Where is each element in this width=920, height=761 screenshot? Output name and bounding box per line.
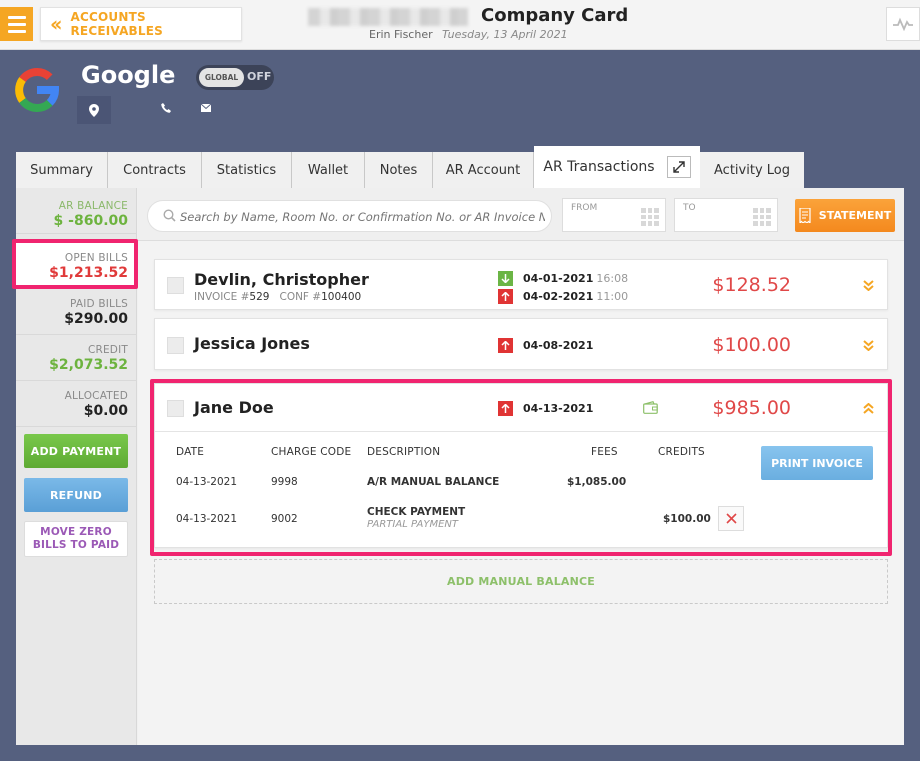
stat-ar-balance: AR BALANCE $ -860.00 [16, 188, 137, 234]
add-payment-button[interactable]: ADD PAYMENT [24, 434, 128, 468]
tab-contracts[interactable]: Contracts [108, 152, 202, 188]
bill-customer-name: Devlin, Christopher [194, 270, 369, 289]
top-bar: ‹‹ ACCOUNTS RECEIVABLES Company Card Eri… [0, 0, 920, 50]
col-header-charge-code: CHARGE CODE [271, 446, 352, 458]
stat-paid-bills[interactable]: PAID BILLS $290.00 [16, 289, 137, 335]
departure-arrow-icon [498, 289, 513, 304]
page-title: Company Card [481, 5, 629, 26]
tab-bar: Summary Contracts Statistics Wallet Note… [16, 146, 804, 188]
tab-activity-log[interactable]: Activity Log [700, 152, 804, 188]
bill-date-arrival: 04-01-2021 16:08 [523, 272, 629, 285]
google-logo-icon [15, 68, 59, 112]
tab-summary[interactable]: Summary [16, 152, 108, 188]
col-header-description: DESCRIPTION [367, 446, 441, 458]
tab-statistics[interactable]: Statistics [202, 152, 292, 188]
bill-date: 04-08-2021 [523, 339, 594, 352]
chevron-down-icon[interactable] [863, 340, 874, 351]
search-icon [163, 209, 176, 222]
bill-checkbox[interactable] [167, 337, 184, 354]
statement-button[interactable]: STATEMENT [795, 199, 895, 232]
refund-button[interactable]: REFUND [24, 478, 128, 512]
bill-card-devlin[interactable]: Devlin, Christopher INVOICE #529 CONF #1… [154, 259, 888, 310]
bill-checkbox[interactable] [167, 277, 184, 294]
menu-button[interactable] [0, 7, 33, 41]
current-user: Erin Fischer [369, 28, 433, 41]
stat-open-bills[interactable]: OPEN BILLS $1,213.52 [16, 243, 137, 289]
back-button[interactable]: ‹‹ ACCOUNTS RECEIVABLES [40, 7, 242, 41]
close-icon [725, 513, 737, 524]
bill-card-jessica[interactable]: Jessica Jones 04-08-2021 $100.00 [154, 318, 888, 370]
add-manual-balance-button[interactable]: ADD MANUAL BALANCE [154, 559, 888, 604]
tab-ar-account[interactable]: AR Account [433, 152, 534, 188]
global-toggle-knob: GLOBAL [199, 68, 244, 87]
print-invoice-button[interactable]: PRINT INVOICE [761, 446, 873, 480]
bill-date-departure: 04-02-2021 11:00 [523, 290, 629, 303]
delete-payment-button[interactable] [718, 506, 744, 531]
wallet-icon [643, 401, 658, 414]
bill-amount: $100.00 [712, 334, 791, 356]
back-button-label: ACCOUNTS RECEIVABLES [70, 10, 163, 38]
move-zero-bills-button[interactable]: MOVE ZERO BILLS TO PAID [24, 521, 128, 557]
global-toggle[interactable]: GLOBAL OFF [196, 65, 274, 90]
customer-name: Google [81, 61, 176, 89]
to-date-field[interactable]: TO [674, 198, 778, 232]
double-chevron-left-icon: ‹‹ [50, 12, 63, 36]
calendar-icon[interactable] [753, 208, 771, 226]
redacted-text [308, 8, 468, 26]
activity-pulse-icon [893, 17, 913, 31]
search-box[interactable] [147, 200, 552, 232]
chevron-up-icon[interactable] [863, 403, 874, 414]
col-header-date: DATE [176, 446, 205, 458]
bill-checkbox[interactable] [167, 400, 184, 417]
calendar-icon[interactable] [641, 208, 659, 226]
receipt-icon [799, 208, 811, 223]
transactions-content: FROM TO STATEMENT Devlin, Christopher IN… [138, 188, 904, 745]
stat-allocated: ALLOCATED $0.00 [16, 381, 137, 427]
map-pin-icon [89, 103, 99, 117]
tab-ar-transactions[interactable]: AR Transactions [534, 146, 700, 188]
from-date-field[interactable]: FROM [562, 198, 666, 232]
activity-button[interactable] [886, 7, 920, 41]
search-input[interactable] [180, 207, 545, 227]
col-header-credits: CREDITS [658, 446, 705, 458]
departure-arrow-icon [498, 401, 513, 416]
sidebar: AR BALANCE $ -860.00 OPEN BILLS $1,213.5… [16, 188, 137, 745]
bill-date: 04-13-2021 [523, 402, 594, 415]
bill-customer-name: Jessica Jones [194, 334, 310, 353]
arrival-arrow-icon [498, 271, 513, 286]
bill-amount: $985.00 [712, 397, 791, 419]
filter-bar: FROM TO STATEMENT [138, 188, 904, 241]
col-header-fees: FEES [591, 446, 618, 458]
phone-icon[interactable] [161, 103, 171, 113]
chevron-down-icon[interactable] [863, 280, 874, 291]
bill-card-jane-doe[interactable]: Jane Doe 04-13-2021 $985.00 DATE CHARGE … [154, 383, 889, 548]
expand-icon[interactable] [666, 156, 691, 178]
location-button[interactable] [77, 96, 111, 124]
current-date: Tuesday, 13 April 2021 [442, 28, 568, 41]
tab-notes[interactable]: Notes [365, 152, 433, 188]
stat-credit: CREDIT $2,073.52 [16, 335, 137, 381]
bill-amount: $128.52 [712, 274, 791, 296]
bill-customer-name: Jane Doe [194, 398, 274, 417]
main-panel: AR BALANCE $ -860.00 OPEN BILLS $1,213.5… [16, 188, 904, 745]
bill-meta: INVOICE #529 CONF #100400 [194, 291, 362, 303]
departure-arrow-icon [498, 338, 513, 353]
hamburger-icon [7, 15, 26, 19]
global-toggle-state: OFF [247, 70, 272, 83]
mail-icon[interactable] [201, 104, 211, 112]
tab-wallet[interactable]: Wallet [292, 152, 365, 188]
